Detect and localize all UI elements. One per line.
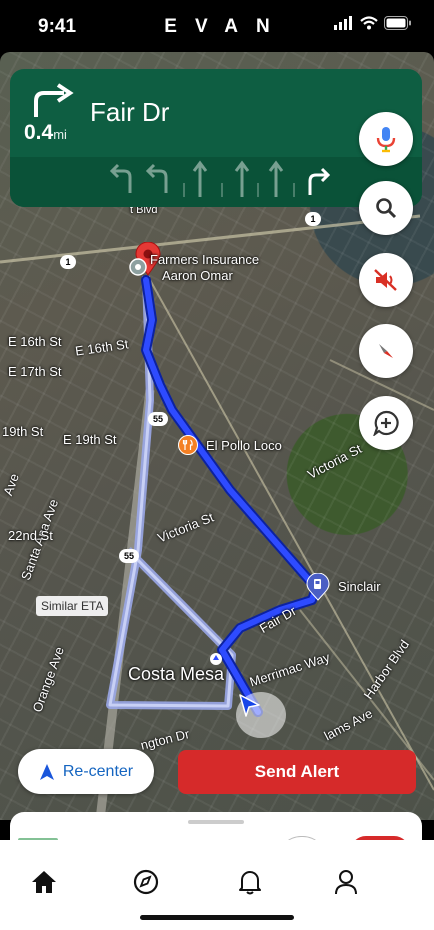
report-button[interactable] [359, 396, 413, 450]
similar-eta-callout[interactable]: Similar ETA [36, 596, 109, 616]
map-label: E 19th St [63, 432, 117, 447]
cellular-signal-icon [334, 16, 352, 30]
home-icon [32, 871, 56, 893]
sheet-drag-handle[interactable] [188, 820, 244, 824]
compass-icon [379, 344, 393, 358]
route-shield: 1 [305, 212, 321, 226]
voice-input-button[interactable] [359, 112, 413, 166]
map-label: 22nd St [8, 528, 53, 543]
lane-straight-icon [234, 160, 250, 197]
map-label: 19th St [2, 424, 44, 439]
compass-icon [133, 869, 159, 895]
recenter-label: Re-center [62, 762, 134, 780]
route-shield: 55 [119, 549, 139, 563]
route-shield: 55 [148, 412, 168, 426]
recenter-button[interactable]: Re-center [18, 749, 154, 794]
lane-slight-left-icon [145, 163, 168, 193]
microphone-icon [376, 127, 396, 153]
tab-notifications[interactable] [222, 854, 278, 910]
map-label: Aaron Omar [162, 268, 233, 283]
add-report-icon [373, 410, 399, 436]
tab-explore[interactable] [118, 854, 174, 910]
send-alert-button[interactable]: Send Alert [178, 750, 416, 794]
compass-button[interactable] [359, 324, 413, 378]
turn-right-icon [34, 83, 74, 117]
map-label: Sinclair [338, 579, 381, 594]
lane-right-turn-icon [308, 167, 331, 195]
bottom-tab-bar [0, 840, 434, 930]
current-location-marker [236, 692, 286, 738]
tab-profile[interactable] [318, 854, 374, 910]
navigation-arrow-icon [39, 763, 54, 780]
status-bar: 9:41 EVAN [0, 0, 434, 52]
lane-straight-icon [192, 160, 208, 197]
start-marker-icon [129, 258, 147, 276]
map-label: El Pollo Loco [206, 438, 282, 453]
distance-to-turn: 0.4mi [24, 121, 67, 145]
gas-station-poi-icon[interactable] [306, 573, 330, 601]
sound-muted-icon [374, 269, 397, 291]
next-street-name: Fair Dr [90, 97, 170, 127]
tab-home[interactable] [16, 854, 72, 910]
navigation-arrow-icon [239, 694, 260, 717]
distance-value: 0.4 [24, 121, 54, 144]
wifi-icon [360, 16, 378, 30]
map-label: Farmers Insurance [150, 252, 260, 267]
person-icon [335, 870, 357, 895]
map-label: E 16th St [8, 334, 62, 349]
battery-icon [384, 16, 411, 30]
home-indicator [140, 915, 294, 920]
route-shield: 1 [60, 255, 76, 269]
search-icon [376, 198, 397, 219]
status-icons [334, 16, 412, 30]
lane-slight-left-icon [109, 163, 132, 193]
distance-unit: mi [53, 127, 67, 142]
search-button[interactable] [359, 181, 413, 235]
map-label: E 17th St [8, 364, 62, 379]
restaurant-poi-icon[interactable] [178, 435, 198, 455]
mute-button[interactable] [359, 253, 413, 307]
bell-icon [239, 871, 261, 895]
city-label: Costa Mesa [128, 664, 225, 684]
lane-straight-icon [268, 160, 284, 197]
